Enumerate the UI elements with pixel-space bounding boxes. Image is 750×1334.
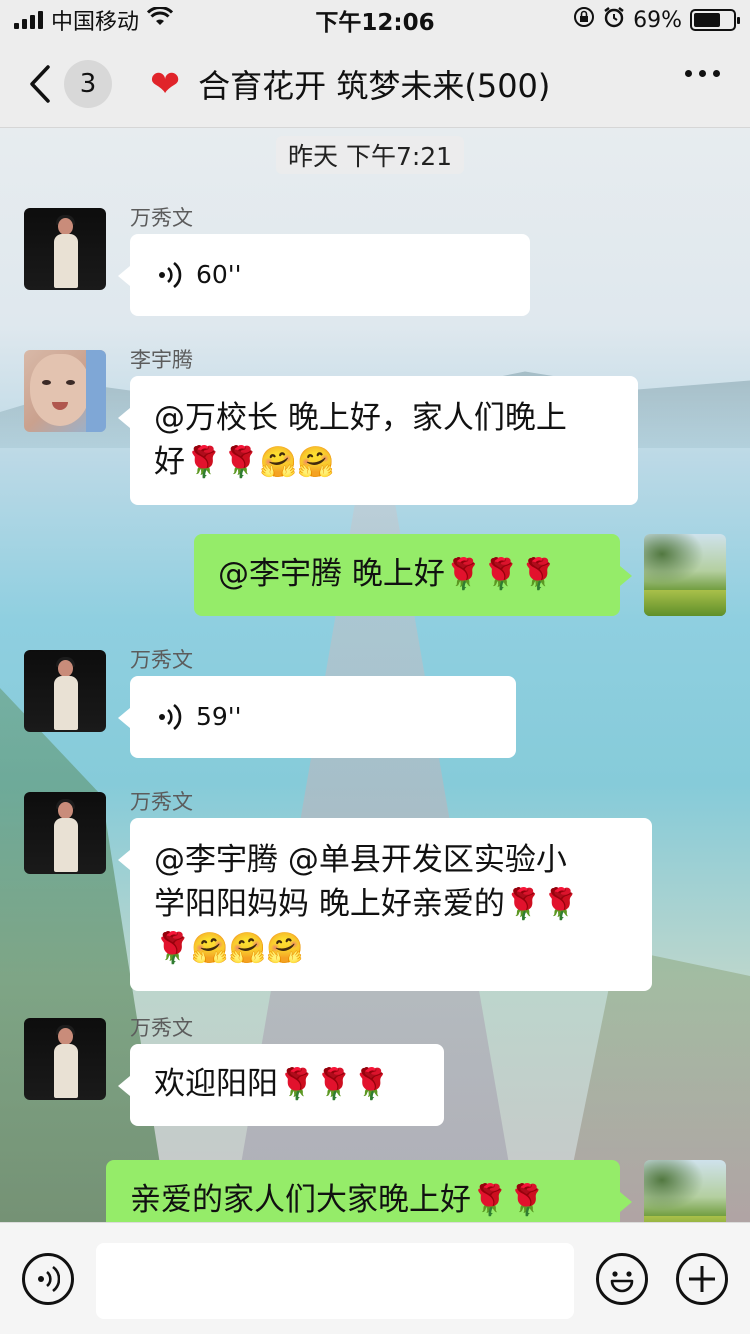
carrier-label: 中国移动 [51,10,140,35]
text-message-bubble[interactable]: @万校长 晚上好，家人们晚上 好🌹🌹🤗🤗 [118,376,638,505]
message-text-line: 学阳阳妈妈 晚上好亲爱的🌹🌹 [154,886,580,922]
sender-name: 李宇腾 [130,348,193,372]
text-message-bubble[interactable]: 欢迎阳阳🌹🌹🌹 [118,1044,444,1126]
voice-wave-icon [38,1265,60,1293]
message-text-line: @万校长 晚上好，家人们晚上 [154,400,567,436]
emoji-button[interactable] [596,1253,648,1305]
avatar[interactable] [24,650,106,732]
message-input[interactable] [96,1243,574,1319]
heart-icon: ❤ [150,63,181,105]
chat-header: 3 ❤ 合育花开 筑梦未来(500) [0,40,750,128]
group-title-text: 合育花开 筑梦未来(500) [198,67,551,105]
sender-name: 万秀文 [130,1016,193,1040]
battery-percent: 69% [633,7,682,33]
text-message-bubble[interactable]: @李宇腾 @单县开发区实验小 学阳阳妈妈 晚上好亲爱的🌹🌹 🌹🤗🤗🤗 [118,818,652,991]
voice-wave-icon [158,702,182,732]
avatar[interactable] [24,350,106,432]
chevron-left-icon [30,65,50,103]
group-title: ❤ 合育花开 筑梦未来(500) [150,62,620,106]
plus-icon [689,1266,715,1292]
status-right: 69% [573,6,740,34]
message-emoji: 🌹🌹🌹 [444,557,557,592]
my-avatar[interactable] [644,534,726,616]
unread-count-badge[interactable]: 3 [64,60,112,108]
sender-name: 万秀文 [130,206,193,230]
message-text-line: 好🌹🌹🤗🤗 [154,444,335,480]
voice-message-bubble[interactable]: 59'' [118,676,516,758]
more-options-button[interactable] [685,70,720,77]
voice-wave-icon [158,260,182,290]
back-button[interactable] [28,62,58,106]
avatar[interactable] [24,1018,106,1100]
smiley-icon [610,1271,634,1293]
outgoing-message-bubble[interactable]: @李宇腾 晚上好🌹🌹🌹 [194,534,632,616]
avatar[interactable] [24,208,106,290]
orientation-lock-icon [573,6,595,34]
avatar[interactable] [24,792,106,874]
message-input-bar [0,1222,750,1334]
voice-duration: 60'' [196,260,242,289]
message-emoji: 🌹🌹🌹 [278,1067,391,1102]
message-emoji: 🌹🌹 [471,1183,546,1218]
signal-icon [14,11,43,29]
status-left: 中国移动 [14,4,174,36]
message-text: 亲爱的家人们大家晚上好 [130,1182,471,1218]
sender-name: 万秀文 [130,790,193,814]
battery-icon [690,9,740,31]
message-emoji: 🌹🌹 [504,887,580,922]
message-text-line: @李宇腾 @单县开发区实验小 [154,842,567,878]
message-text: @李宇腾 晚上好 [218,556,445,592]
more-actions-button[interactable] [676,1253,728,1305]
alarm-icon [603,6,625,34]
message-text: 欢迎阳阳 [154,1066,278,1102]
status-bar: 中国移动 下午12:06 69% [0,0,750,40]
battery-fill [694,13,721,27]
message-emoji: 🌹🌹🤗🤗 [185,445,335,480]
voice-input-button[interactable] [22,1253,74,1305]
wifi-icon [146,6,174,33]
voice-message-bubble[interactable]: 60'' [118,234,530,316]
chat-timestamp: 昨天 下午7:21 [276,136,465,174]
voice-duration: 59'' [196,702,242,731]
sender-name: 万秀文 [130,648,193,672]
message-text-line: 🌹🤗🤗🤗 [154,931,304,966]
